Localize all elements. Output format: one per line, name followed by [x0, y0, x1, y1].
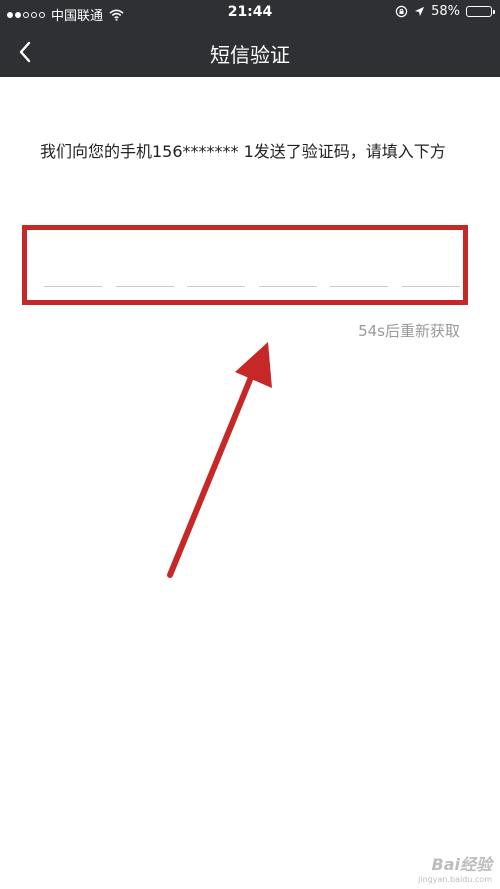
watermark: Bai经验 jingyan.baidu.com	[418, 851, 492, 884]
annotation-arrow	[167, 342, 272, 578]
watermark-url: jingyan.baidu.com	[418, 875, 492, 884]
watermark-logo: Bai经验	[431, 855, 492, 874]
